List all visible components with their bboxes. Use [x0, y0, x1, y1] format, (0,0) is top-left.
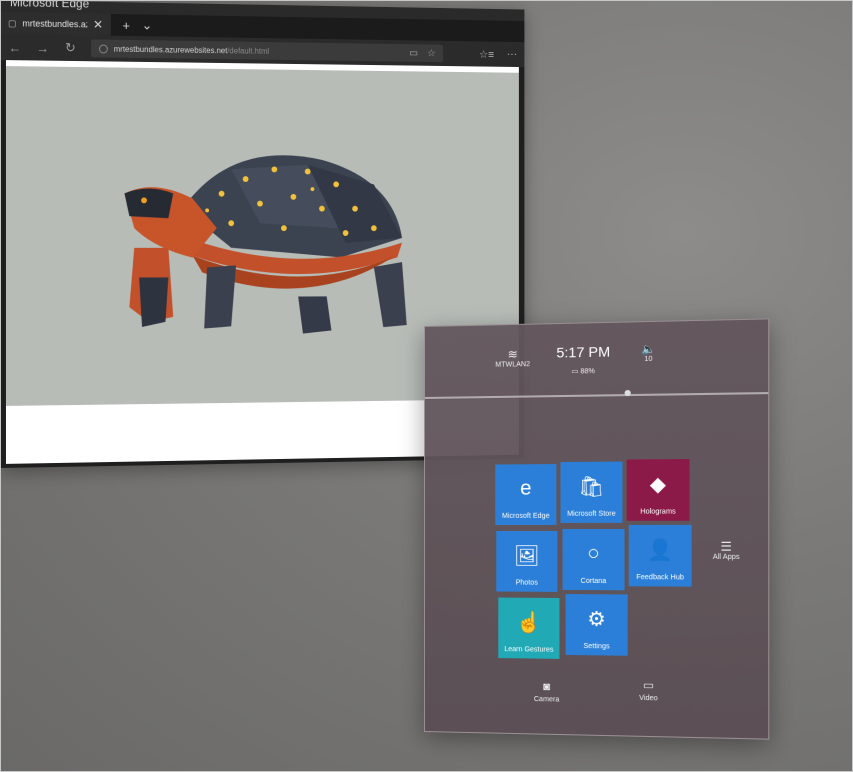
favorite-star-icon[interactable]: ☆	[427, 48, 435, 59]
clock-time: 5:17 PM	[556, 343, 611, 361]
tile-microsoft-edge[interactable]: e Microsoft Edge	[495, 464, 557, 525]
wifi-icon: ≋	[507, 347, 518, 362]
tile-label: Cortana	[580, 577, 607, 586]
gear-icon: ⚙	[587, 607, 606, 631]
camera-icon: ◙	[543, 680, 551, 694]
url-path: /default.html	[227, 45, 270, 56]
all-apps-icon: ☰	[720, 539, 732, 554]
cortana-icon: ○	[587, 541, 600, 565]
new-tab-button[interactable]: +	[123, 18, 130, 33]
drag-handle[interactable]	[624, 389, 631, 397]
wifi-status[interactable]: ≋ MTWLAN2	[495, 347, 530, 369]
tile-label: Settings	[583, 642, 610, 651]
tile-holograms[interactable]: ◆ Holograms	[626, 459, 690, 521]
speaker-icon: 🔈	[641, 343, 656, 356]
video-label: Video	[639, 694, 658, 703]
tile-label: Holograms	[640, 508, 676, 516]
all-apps-button[interactable]: ☰ All Apps	[713, 539, 740, 561]
refresh-button[interactable]: ↻	[64, 40, 78, 56]
tile-label: Photos	[515, 579, 538, 587]
tile-learn-gestures[interactable]: ☝ Learn Gestures	[498, 597, 560, 659]
volume-status[interactable]: 🔈 10	[641, 342, 655, 363]
address-bar[interactable]: mrtestbundles.azurewebsites.net/default.…	[91, 39, 444, 63]
turtle-model-image	[124, 154, 407, 334]
more-menu-icon[interactable]: ···	[507, 48, 517, 61]
tab-title: mrtestbundles.azurewet	[22, 18, 88, 30]
tile-label: Learn Gestures	[504, 646, 554, 654]
all-apps-label: All Apps	[712, 553, 740, 562]
window-title: Microsoft Edge	[9, 0, 90, 11]
tile-label: Microsoft Edge	[502, 512, 550, 520]
close-tab-icon[interactable]: ✕	[93, 18, 103, 32]
tile-label: Microsoft Store	[567, 510, 616, 518]
battery-level: 88%	[580, 368, 595, 376]
reading-view-icon[interactable]: ▭	[409, 48, 418, 59]
tile-photos[interactable]: 🖼 Photos	[496, 531, 558, 592]
tile-label: Feedback Hub	[636, 574, 684, 582]
gesture-icon: ☝	[516, 611, 542, 634]
feedback-icon: 👤	[647, 538, 674, 562]
start-menu: ≋ MTWLAN2 5:17 PM ▭ 88% 🔈 10 e Microsoft…	[424, 318, 770, 740]
video-button[interactable]: ▭ Video	[639, 678, 658, 703]
url-host: mrtestbundles.azurewebsites.net	[113, 44, 228, 55]
camera-label: Camera	[533, 695, 560, 704]
favorites-hub-icon[interactable]: ☆≡	[479, 48, 494, 61]
start-status-bar: ≋ MTWLAN2 5:17 PM ▭ 88% 🔈 10	[424, 319, 769, 399]
edge-icon: e	[520, 476, 532, 500]
tab-list-chevron-icon[interactable]: ⌄	[142, 17, 153, 33]
battery-status: ▭ 88%	[572, 368, 595, 376]
clock-status: 5:17 PM ▭ 88%	[556, 343, 610, 379]
address-url: mrtestbundles.azurewebsites.net/default.…	[114, 44, 269, 55]
tile-settings[interactable]: ⚙ Settings	[565, 593, 628, 656]
holograms-icon: ◆	[649, 473, 667, 496]
camera-button[interactable]: ◙ Camera	[534, 681, 559, 704]
video-icon: ▭	[642, 679, 654, 692]
back-button[interactable]: ←	[8, 40, 22, 55]
tile-microsoft-store[interactable]: 🛍 Microsoft Store	[560, 461, 623, 523]
tab-active[interactable]: ▢ mrtestbundles.azurewet ✕	[0, 12, 111, 36]
photos-icon: 🖼	[513, 544, 540, 567]
battery-icon: ▭	[571, 368, 579, 376]
tile-cortana[interactable]: ○ Cortana	[562, 529, 625, 591]
wifi-name: MTWLAN2	[495, 361, 531, 369]
tile-feedback-hub[interactable]: 👤 Feedback Hub	[628, 524, 692, 587]
page-icon: ▢	[7, 17, 17, 28]
site-info-icon[interactable]	[98, 43, 108, 54]
volume-level: 10	[644, 355, 653, 364]
forward-button[interactable]: →	[36, 40, 50, 55]
store-icon: 🛍	[578, 475, 605, 498]
